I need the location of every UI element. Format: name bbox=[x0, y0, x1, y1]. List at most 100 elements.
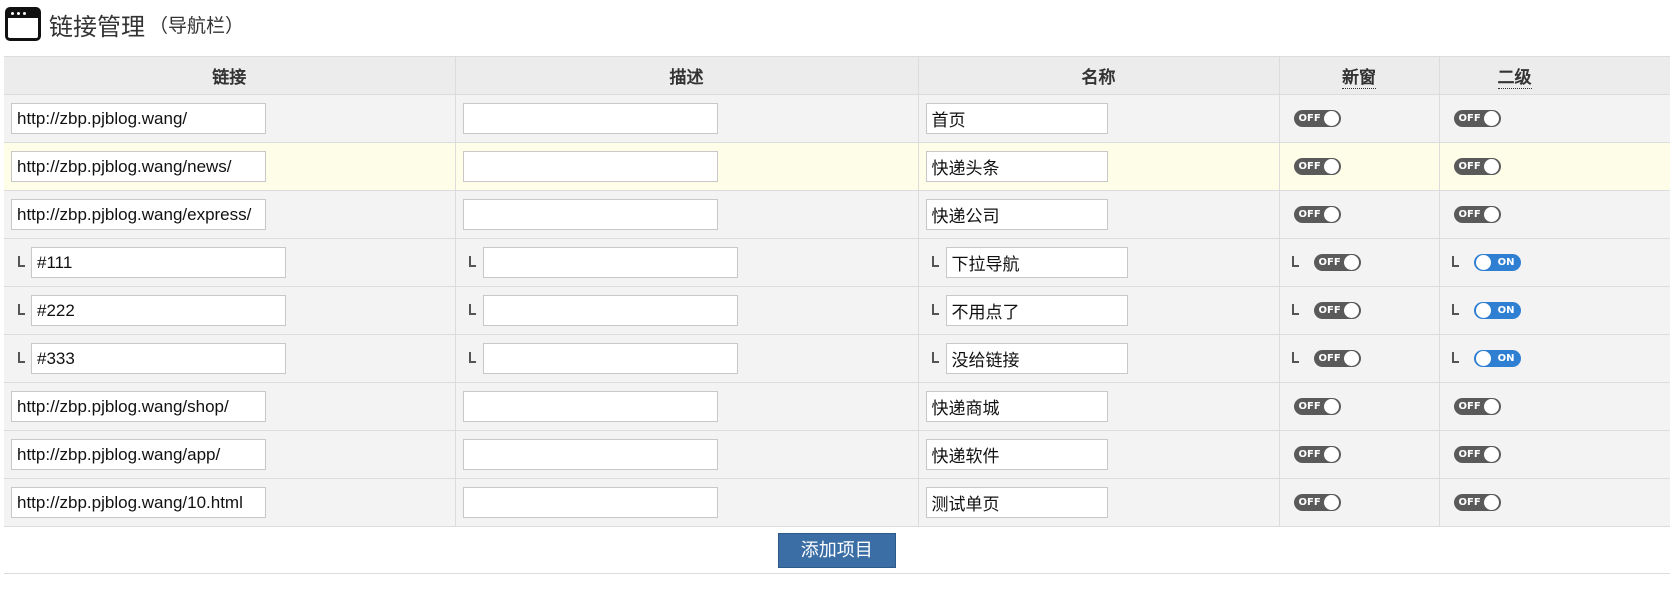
sub-level-indicator-icon bbox=[1446, 255, 1466, 271]
secondary-toggle[interactable]: ON bbox=[1473, 302, 1521, 319]
link-name-input[interactable] bbox=[925, 151, 1108, 182]
desc-cell bbox=[455, 334, 919, 383]
desc-cell bbox=[455, 478, 919, 527]
column-header-desc: 描述 bbox=[455, 56, 919, 95]
secondary-cell: ON bbox=[1439, 286, 1670, 335]
secondary-toggle[interactable]: ON bbox=[1473, 350, 1521, 367]
toggle-knob bbox=[1483, 399, 1499, 414]
name-cell bbox=[918, 190, 1280, 239]
link-desc-input[interactable] bbox=[482, 295, 738, 326]
name-cell bbox=[918, 286, 1280, 335]
link-name-input[interactable] bbox=[945, 247, 1128, 278]
new-window-cell: OFF bbox=[1279, 430, 1440, 479]
toggle-knob bbox=[1483, 159, 1499, 174]
column-header-name: 名称 bbox=[918, 56, 1280, 95]
new-window-toggle[interactable]: OFF bbox=[1313, 302, 1361, 319]
column-header-new-window: 新窗 bbox=[1279, 56, 1440, 95]
link-url-input[interactable] bbox=[31, 247, 286, 278]
link-url-input[interactable] bbox=[11, 103, 266, 134]
link-url-input[interactable] bbox=[11, 151, 266, 182]
name-cell bbox=[918, 334, 1280, 383]
sub-level-indicator-icon bbox=[11, 303, 31, 319]
link-cell bbox=[4, 142, 456, 191]
page-title: 链接管理 bbox=[49, 12, 145, 41]
new-window-toggle[interactable]: OFF bbox=[1313, 350, 1361, 367]
link-name-input[interactable] bbox=[925, 391, 1108, 422]
column-header-link: 链接 bbox=[4, 56, 456, 95]
name-cell bbox=[918, 478, 1280, 527]
table-row: OFF OFF bbox=[4, 142, 1670, 191]
link-name-input[interactable] bbox=[945, 295, 1128, 326]
new-window-toggle[interactable]: OFF bbox=[1313, 254, 1361, 271]
link-desc-input[interactable] bbox=[462, 103, 718, 134]
link-name-input[interactable] bbox=[925, 199, 1108, 230]
column-header-secondary: 二级 bbox=[1439, 56, 1670, 95]
secondary-cell: ON bbox=[1439, 334, 1670, 383]
page-subtitle: （导航栏） bbox=[149, 14, 245, 37]
secondary-toggle[interactable]: ON bbox=[1473, 254, 1521, 271]
link-desc-input[interactable] bbox=[462, 391, 718, 422]
toggle-knob bbox=[1483, 207, 1499, 222]
desc-cell bbox=[455, 142, 919, 191]
link-url-input[interactable] bbox=[31, 343, 286, 374]
link-cell bbox=[4, 238, 456, 287]
sub-level-indicator-icon bbox=[1286, 255, 1306, 271]
new-window-cell: OFF bbox=[1279, 286, 1440, 335]
link-url-input[interactable] bbox=[31, 295, 286, 326]
link-name-input[interactable] bbox=[925, 439, 1108, 470]
toggle-knob bbox=[1475, 255, 1491, 270]
link-cell bbox=[4, 430, 456, 479]
link-url-input[interactable] bbox=[11, 487, 266, 518]
new-window-toggle[interactable]: OFF bbox=[1293, 110, 1341, 127]
new-window-toggle[interactable]: OFF bbox=[1293, 158, 1341, 175]
sub-level-indicator-icon bbox=[926, 255, 946, 271]
secondary-toggle[interactable]: OFF bbox=[1453, 446, 1501, 463]
name-cell bbox=[918, 430, 1280, 479]
secondary-cell: OFF bbox=[1439, 94, 1670, 143]
new-window-cell: OFF bbox=[1279, 94, 1440, 143]
secondary-cell: OFF bbox=[1439, 190, 1670, 239]
sub-level-indicator-icon bbox=[463, 351, 483, 367]
table-row: OFF ON bbox=[4, 334, 1670, 383]
sub-level-indicator-icon bbox=[1286, 303, 1306, 319]
toggle-knob bbox=[1323, 447, 1339, 462]
toggle-knob bbox=[1343, 351, 1359, 366]
toggle-knob bbox=[1323, 207, 1339, 222]
secondary-toggle[interactable]: OFF bbox=[1453, 494, 1501, 511]
link-desc-input[interactable] bbox=[462, 199, 718, 230]
toggle-knob bbox=[1323, 111, 1339, 126]
sub-level-indicator-icon bbox=[11, 255, 31, 271]
secondary-cell: OFF bbox=[1439, 142, 1670, 191]
secondary-toggle[interactable]: OFF bbox=[1453, 110, 1501, 127]
link-url-input[interactable] bbox=[11, 439, 266, 470]
table-row: OFF OFF bbox=[4, 382, 1670, 431]
secondary-toggle[interactable]: OFF bbox=[1453, 398, 1501, 415]
new-window-toggle[interactable]: OFF bbox=[1293, 206, 1341, 223]
link-url-input[interactable] bbox=[11, 199, 266, 230]
new-window-cell: OFF bbox=[1279, 334, 1440, 383]
link-desc-input[interactable] bbox=[462, 439, 718, 470]
link-desc-input[interactable] bbox=[462, 151, 718, 182]
secondary-cell: OFF bbox=[1439, 382, 1670, 431]
link-cell bbox=[4, 382, 456, 431]
sub-level-indicator-icon bbox=[1286, 351, 1306, 367]
secondary-toggle[interactable]: OFF bbox=[1453, 206, 1501, 223]
link-name-input[interactable] bbox=[925, 487, 1108, 518]
table-header-row: 链接 描述 名称 新窗 二级 bbox=[4, 56, 1670, 95]
desc-cell bbox=[455, 238, 919, 287]
table-row: OFF OFF bbox=[4, 430, 1670, 479]
link-desc-input[interactable] bbox=[462, 487, 718, 518]
link-desc-input[interactable] bbox=[482, 343, 738, 374]
sub-level-indicator-icon bbox=[463, 255, 483, 271]
new-window-toggle[interactable]: OFF bbox=[1293, 398, 1341, 415]
link-url-input[interactable] bbox=[11, 391, 266, 422]
link-desc-input[interactable] bbox=[482, 247, 738, 278]
toggle-knob bbox=[1483, 495, 1499, 510]
new-window-toggle[interactable]: OFF bbox=[1293, 494, 1341, 511]
add-item-button[interactable]: 添加项目 bbox=[777, 532, 896, 568]
secondary-toggle[interactable]: OFF bbox=[1453, 158, 1501, 175]
new-window-toggle[interactable]: OFF bbox=[1293, 446, 1341, 463]
link-name-input[interactable] bbox=[925, 103, 1108, 134]
link-name-input[interactable] bbox=[945, 343, 1128, 374]
name-cell bbox=[918, 382, 1280, 431]
